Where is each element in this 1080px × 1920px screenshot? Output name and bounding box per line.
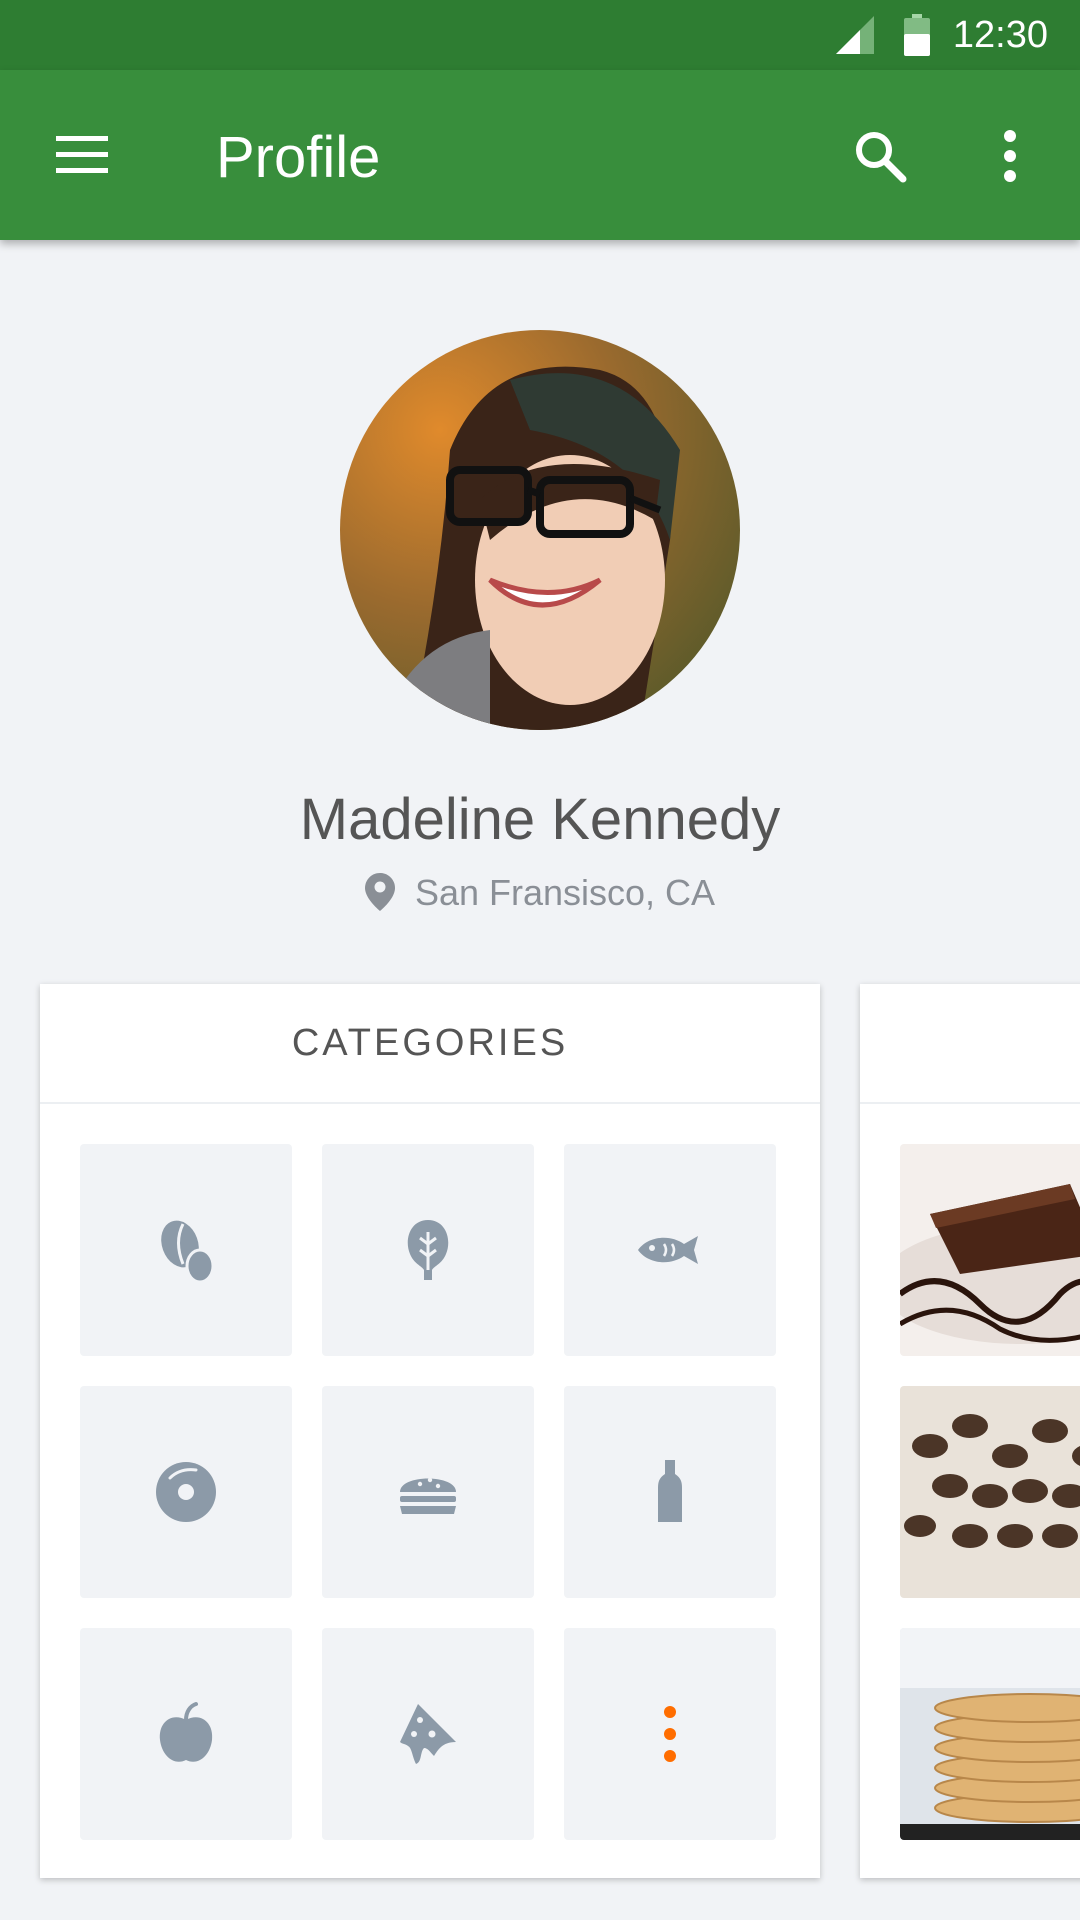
brownie-photo (900, 1144, 1080, 1356)
categories-title: CATEGORIES (291, 1021, 569, 1064)
avatar[interactable] (340, 330, 740, 730)
category-burgers[interactable] (322, 1386, 534, 1598)
page-title: Profile (216, 125, 381, 190)
category-fish[interactable] (564, 1144, 776, 1356)
photo-brownie[interactable] (900, 1144, 1080, 1356)
donut-icon (156, 1462, 216, 1522)
category-more[interactable] (564, 1628, 776, 1840)
menu-icon[interactable] (52, 132, 112, 178)
category-pizza[interactable] (322, 1628, 534, 1840)
category-drinks[interactable] (564, 1386, 776, 1598)
photos-header (860, 984, 1080, 1104)
burger-icon (400, 1477, 456, 1514)
bottle-icon (658, 1460, 682, 1522)
categories-header: CATEGORIES (40, 984, 820, 1104)
app-bar: Profile (0, 70, 1080, 240)
signal-icon (836, 16, 874, 54)
photos-card (860, 984, 1080, 1878)
coffee-beans-photo (900, 1386, 1080, 1598)
status-time: 12:30 (952, 14, 1048, 56)
category-coffee[interactable] (80, 1144, 292, 1356)
location-row: San Fransisco, CA (0, 872, 1080, 914)
location-pin-icon (364, 873, 395, 911)
category-fruits[interactable] (80, 1628, 292, 1840)
apple-icon (159, 1702, 213, 1762)
fish-icon (638, 1236, 698, 1264)
photo-cookies[interactable] (900, 1628, 1080, 1840)
more-icon (664, 1706, 676, 1762)
location-text: San Fransisco, CA (414, 872, 716, 913)
cookies-photo (900, 1628, 1080, 1840)
pizza-slice-icon (400, 1704, 456, 1764)
battery-icon (904, 14, 930, 56)
search-icon[interactable] (852, 128, 908, 184)
category-donuts[interactable] (80, 1386, 292, 1598)
overflow-menu-icon[interactable] (996, 128, 1024, 184)
status-bar: 12:30 (0, 0, 1080, 70)
avatar-photo (340, 330, 740, 730)
spinach-leaf-icon (407, 1220, 449, 1280)
profile-name: Madeline Kennedy (299, 787, 781, 852)
categories-card: CATEGORIES (40, 984, 820, 1878)
photo-coffee-beans[interactable] (900, 1386, 1080, 1598)
category-vegetables[interactable] (322, 1144, 534, 1356)
coffee-beans-icon (161, 1220, 215, 1284)
